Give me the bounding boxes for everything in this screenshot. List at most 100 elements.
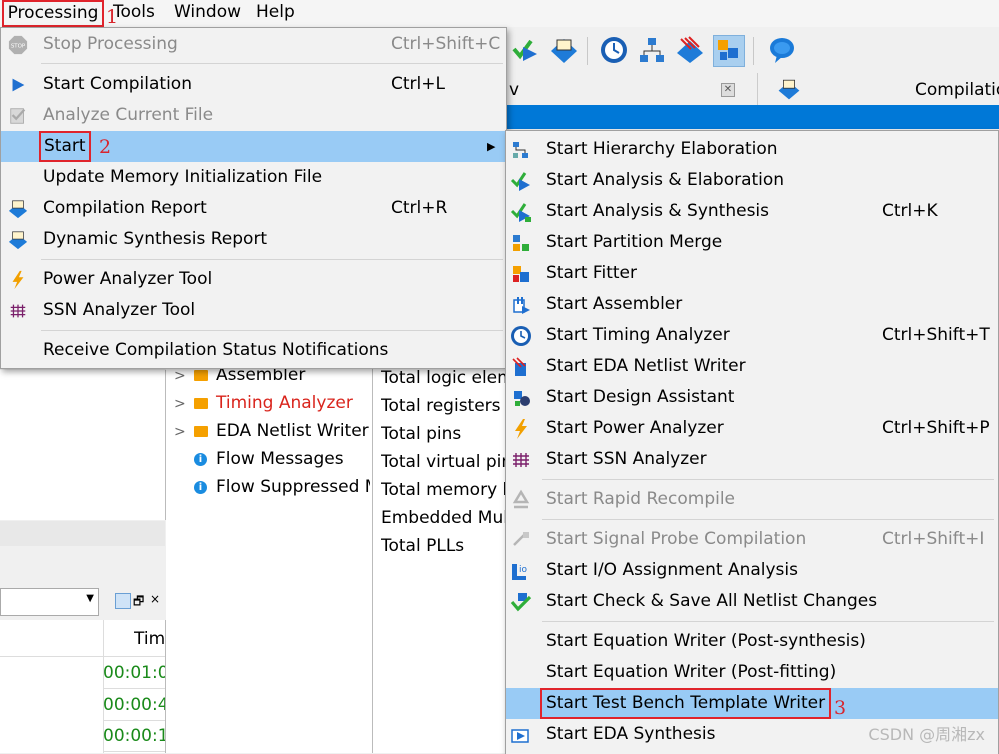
tree-item-label: Timing Analyzer [216, 393, 353, 413]
submenu-item-io-assignment[interactable]: io Start I/O Assignment Analysis [506, 555, 998, 586]
close-icon[interactable]: ✕ [721, 83, 735, 97]
float-icon[interactable]: 🗗 [133, 592, 144, 613]
submenu-item-design-assistant[interactable]: Start Design Assistant [506, 382, 998, 413]
processing-menu: STOP Stop Processing Ctrl+Shift+C Start … [0, 27, 507, 369]
submenu-item-label: Start Assembler [546, 294, 683, 314]
submenu-item-label: Start Test Bench Template Writer [540, 688, 832, 719]
menu-item-label: Start [39, 131, 91, 162]
submenu-item-eda-netlist-writer[interactable]: Start EDA Netlist Writer [506, 351, 998, 382]
menu-item-start-compilation[interactable]: Start Compilation Ctrl+L [1, 69, 506, 100]
menu-item-label: Stop Processing [43, 34, 178, 54]
fitter-icon [513, 266, 529, 282]
tab-strip: v ✕ Compilatio [503, 73, 999, 106]
tree-item-flow-suppressed[interactable]: i Flow Suppressed M [194, 473, 370, 501]
summary-row: Embedded Mult [381, 508, 511, 528]
recycle-icon [512, 489, 530, 509]
submenu-item-fitter[interactable]: Start Fitter [506, 258, 998, 289]
submenu-item-signal-probe[interactable]: Start Signal Probe Compilation Ctrl+Shif… [506, 524, 998, 555]
menu-item-receive-notifications[interactable]: Receive Compilation Status Notifications [1, 335, 506, 366]
assembler-icon [513, 297, 530, 314]
chevron-right-icon[interactable]: > [174, 390, 194, 418]
chevron-right-icon[interactable]: > [174, 418, 194, 446]
menu-item-shortcut: Ctrl+Shift+C [391, 34, 501, 54]
submenu-item-assembler[interactable]: Start Assembler [506, 289, 998, 320]
menu-processing[interactable]: Processing [2, 0, 104, 27]
fitter-icon[interactable] [713, 35, 745, 67]
close-icon[interactable]: × [150, 592, 160, 606]
tree-item-eda-netlist-writer[interactable]: > EDA Netlist Writer [174, 417, 369, 445]
menu-item-update-memory-init[interactable]: Update Memory Initialization File [1, 162, 506, 193]
report-icon [778, 79, 800, 100]
start-submenu: Start Hierarchy Elaboration Start Analys… [505, 130, 999, 754]
filter-dropdown[interactable]: ▼ [0, 588, 99, 616]
menu-item-stop-processing[interactable]: STOP Stop Processing Ctrl+Shift+C [1, 29, 506, 60]
io-icon: io [512, 564, 528, 580]
messages-column-header: Tim [134, 629, 164, 649]
pin-icon[interactable] [115, 593, 131, 609]
submenu-item-label: Start Partition Merge [546, 232, 723, 252]
submenu-item-partition-merge[interactable]: Start Partition Merge [506, 227, 998, 258]
svg-text:io: io [519, 565, 528, 575]
info-icon: i [194, 480, 207, 494]
submenu-item-equation-writer-fitting[interactable]: Start Equation Writer (Post-fitting) [506, 657, 998, 688]
submenu-item-power-analyzer[interactable]: Start Power Analyzer Ctrl+Shift+P [506, 413, 998, 444]
menu-item-dynamic-synthesis-report[interactable]: Dynamic Synthesis Report [1, 224, 506, 255]
submenu-item-timing-analyzer[interactable]: Start Timing Analyzer Ctrl+Shift+T [506, 320, 998, 351]
tab-left-label[interactable]: v [509, 73, 519, 105]
submenu-item-ssn-analyzer[interactable]: Start SSN Analyzer [506, 444, 998, 475]
submenu-item-label: Start Fitter [546, 263, 637, 283]
analyze-file-icon [10, 108, 26, 124]
menu-item-label: Update Memory Initialization File [43, 167, 323, 187]
menu-item-analyze-current-file[interactable]: Analyze Current File [1, 100, 506, 131]
summary-row: Total pins [381, 424, 462, 444]
partition-icon [513, 235, 529, 251]
summary-row: Total registers [381, 396, 501, 416]
menu-item-start[interactable]: Start 2 ▶ [1, 131, 506, 162]
submenu-item-shortcut: Ctrl+Shift+T [882, 325, 990, 345]
tree-item-flow-messages[interactable]: i Flow Messages [194, 445, 344, 473]
menu-item-shortcut: Ctrl+R [391, 198, 448, 218]
tree-item-timing-analyzer[interactable]: > Timing Analyzer [174, 389, 353, 417]
clock-icon[interactable] [599, 35, 629, 65]
project-navigator-panel [0, 370, 166, 520]
analysis-synthesis-icon[interactable] [511, 35, 541, 65]
submenu-item-label: Start Timing Analyzer [546, 325, 730, 345]
submenu-item-analysis-elaboration[interactable]: Start Analysis & Elaboration [506, 165, 998, 196]
menu-separator [542, 519, 994, 520]
submenu-item-shortcut: Ctrl+Shift+P [882, 418, 990, 438]
menu-window[interactable]: Window [174, 0, 241, 27]
hierarchy-icon [513, 142, 528, 158]
submenu-item-label: Start Rapid Recompile [546, 489, 736, 509]
submenu-item-test-bench-template-writer[interactable]: Start Test Bench Template Writer 3 [506, 688, 998, 719]
submenu-item-rapid-recompile[interactable]: Start Rapid Recompile [506, 484, 998, 515]
submenu-item-label: Start EDA Synthesis [546, 724, 716, 744]
help-bubble-icon[interactable] [767, 35, 797, 65]
hierarchy-icon[interactable] [637, 35, 667, 65]
menu-separator [41, 259, 503, 260]
tab-compilation-report[interactable]: Compilatio [915, 73, 999, 105]
menu-item-power-analyzer-tool[interactable]: Power Analyzer Tool [1, 264, 506, 295]
menu-help[interactable]: Help [256, 0, 295, 27]
submenu-item-label: Start Power Analyzer [546, 418, 724, 438]
menu-item-ssn-analyzer-tool[interactable]: SSN Analyzer Tool [1, 295, 506, 326]
report-icon[interactable] [549, 35, 579, 65]
menu-item-compilation-report[interactable]: Compilation Report Ctrl+R [1, 193, 506, 224]
menu-item-label: Dynamic Synthesis Report [43, 229, 268, 249]
eda-netlist-icon [512, 357, 526, 376]
check-play-icon [510, 172, 530, 191]
submenu-item-shortcut: Ctrl+Shift+I [882, 529, 985, 549]
menu-item-label: Compilation Report [43, 198, 207, 218]
tree-item-label: Flow Suppressed M [216, 477, 370, 497]
menu-tools[interactable]: Tools [113, 0, 155, 27]
check-play-icon [510, 203, 531, 222]
submenu-item-equation-writer-synthesis[interactable]: Start Equation Writer (Post-synthesis) [506, 626, 998, 657]
tree-item-label: EDA Netlist Writer [216, 421, 369, 441]
submenu-item-check-save-netlist[interactable]: Start Check & Save All Netlist Changes [506, 586, 998, 617]
submenu-item-analysis-synthesis[interactable]: Start Analysis & Synthesis Ctrl+K [506, 196, 998, 227]
submenu-item-hierarchy-elaboration[interactable]: Start Hierarchy Elaboration [506, 134, 998, 165]
grid-icon [513, 453, 529, 467]
chevron-down-icon: ▼ [86, 593, 94, 604]
eda-netlist-icon[interactable] [675, 35, 705, 65]
submenu-item-shortcut: Ctrl+K [882, 201, 938, 221]
folder-icon [194, 397, 208, 409]
